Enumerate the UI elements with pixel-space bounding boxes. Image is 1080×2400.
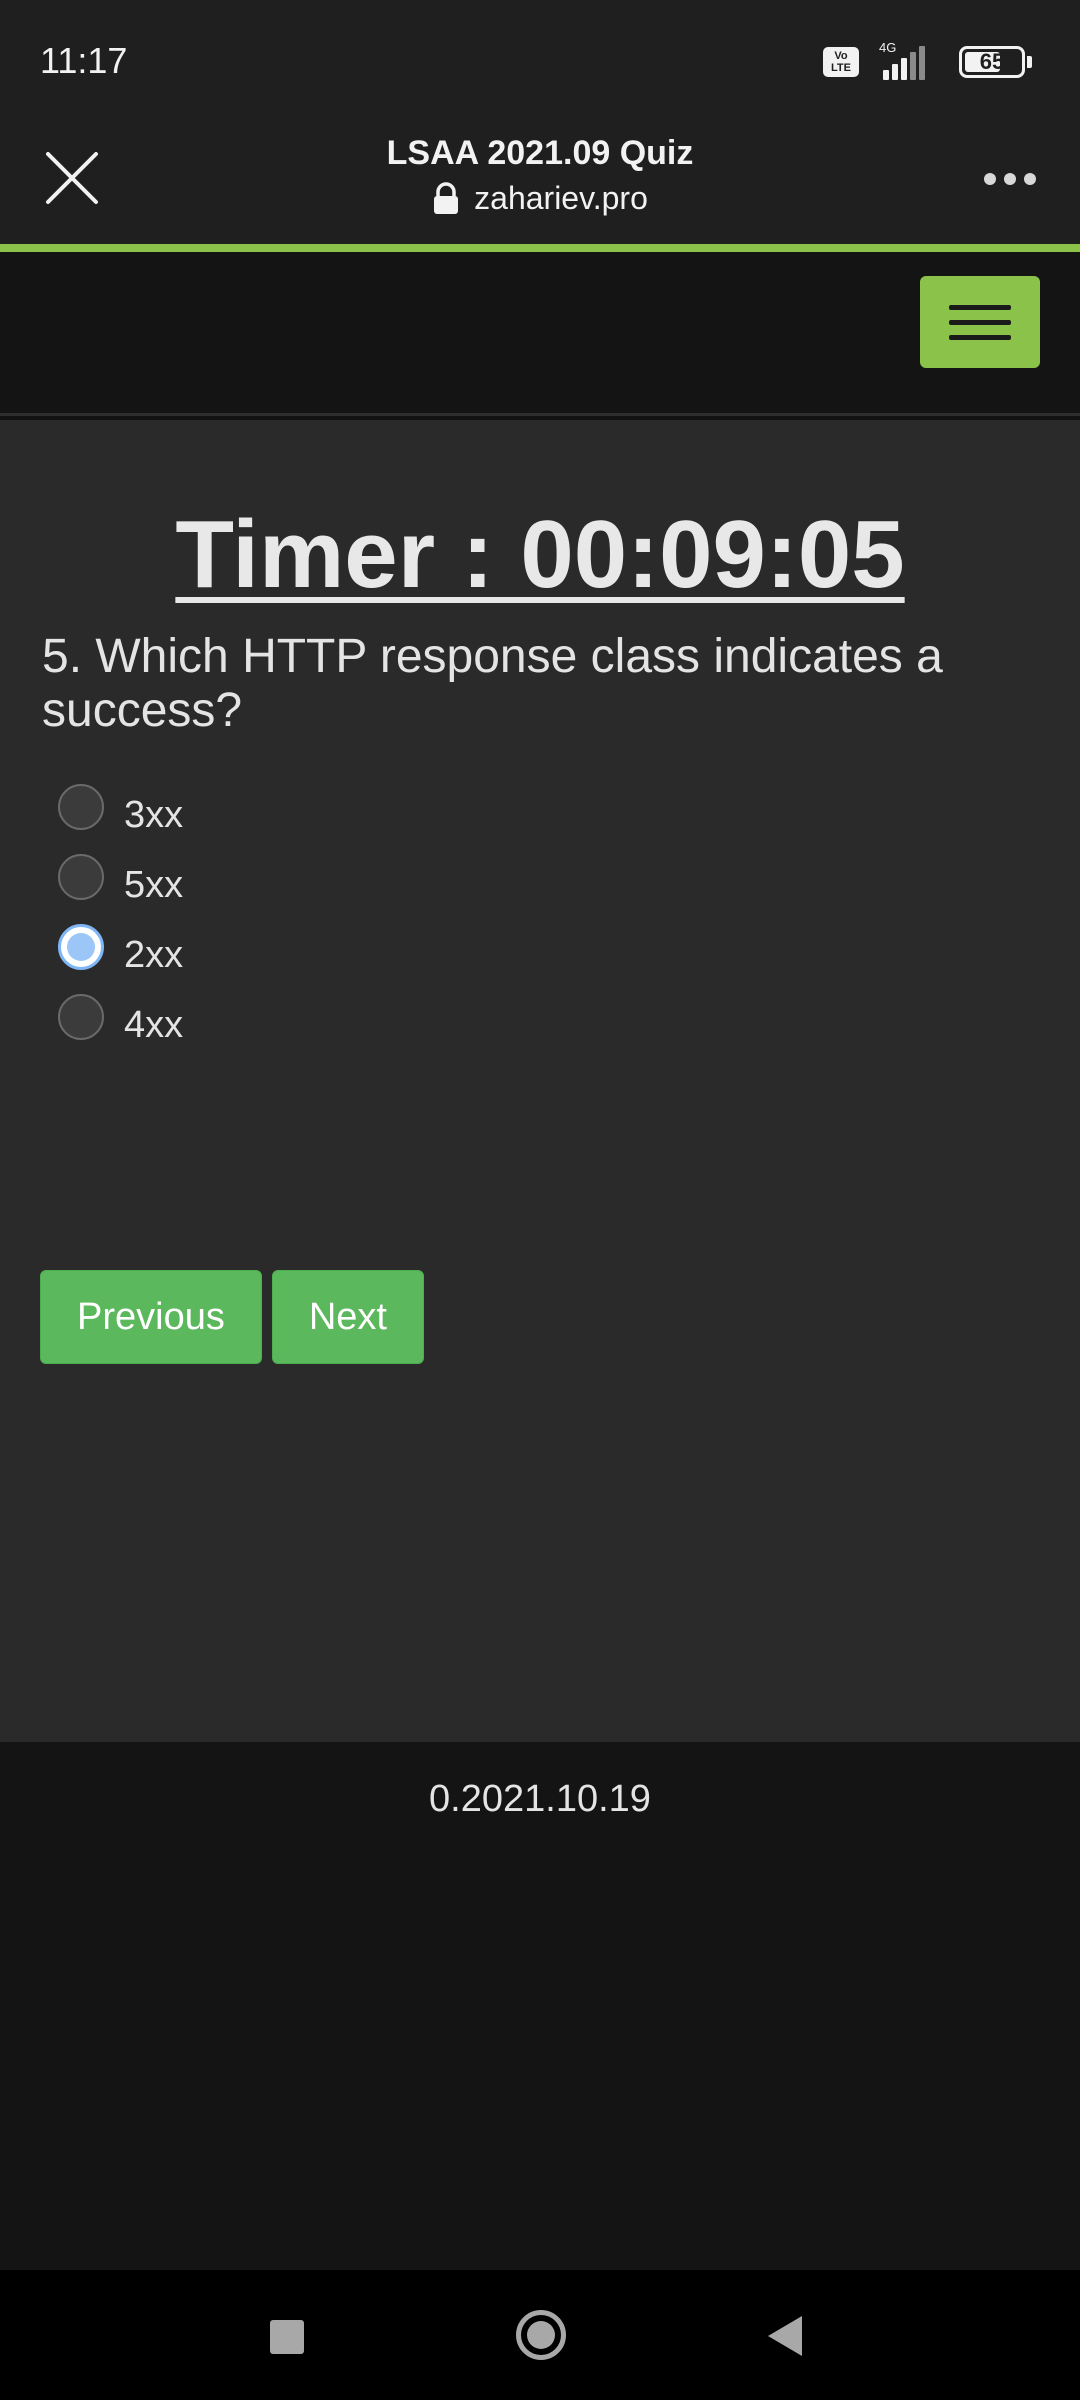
navigation-buttons: Previous Next bbox=[40, 1270, 424, 1364]
site-navbar bbox=[0, 252, 1080, 416]
radio-button-selected[interactable] bbox=[58, 924, 104, 970]
status-time: 11:17 bbox=[40, 40, 128, 81]
signal-icon: 4G bbox=[873, 40, 945, 80]
more-options-icon[interactable] bbox=[980, 164, 1040, 194]
home-circle-icon[interactable] bbox=[516, 2310, 566, 2360]
volte-icon: Vo LTE bbox=[823, 47, 859, 77]
radio-button[interactable] bbox=[58, 994, 104, 1040]
option-label: 3xx bbox=[124, 793, 184, 836]
next-button[interactable]: Next bbox=[271, 1270, 424, 1364]
recents-square-icon[interactable] bbox=[270, 2320, 304, 2354]
answer-options: 3xx 5xx 2xx 4xx bbox=[58, 780, 183, 1060]
option-label: 4xx bbox=[124, 1003, 184, 1046]
radio-button[interactable] bbox=[58, 854, 104, 900]
hamburger-menu-button[interactable] bbox=[920, 276, 1040, 368]
version-text: 0.2021.10.19 bbox=[429, 1778, 651, 1820]
option-label: 2xx bbox=[124, 933, 184, 976]
battery-icon: 65 bbox=[959, 46, 1025, 78]
status-icons: Vo LTE 4G 65 bbox=[823, 40, 1032, 80]
quiz-timer: Timer : 00:09:05 bbox=[175, 501, 905, 608]
status-bar: 11:17 Vo LTE 4G 65 bbox=[0, 0, 1080, 120]
site-footer: 0.2021.10.19 bbox=[0, 1742, 1080, 2270]
option-label: 5xx bbox=[124, 863, 184, 906]
answer-option[interactable]: 5xx bbox=[58, 850, 183, 920]
domain-text: zahariev.pro bbox=[474, 180, 648, 216]
question-text: 5. Which HTTP response class indicates a… bbox=[42, 630, 943, 737]
battery-level: 65 bbox=[979, 49, 1005, 74]
quiz-content: Timer : 00:09:05 5. Which HTTP response … bbox=[0, 420, 1080, 1742]
android-nav-bar bbox=[0, 2270, 1080, 2400]
page-title: LSAA 2021.09 Quiz bbox=[386, 134, 694, 172]
previous-button[interactable]: Previous bbox=[40, 1270, 262, 1364]
browser-toolbar: LSAA 2021.09 Quiz zahariev.pro bbox=[0, 120, 1080, 244]
answer-option[interactable]: 2xx bbox=[58, 920, 183, 990]
page-domain: zahariev.pro bbox=[0, 180, 1080, 217]
lock-icon bbox=[434, 181, 459, 214]
answer-option[interactable]: 3xx bbox=[58, 780, 183, 850]
answer-option[interactable]: 4xx bbox=[58, 990, 183, 1060]
back-triangle-icon[interactable] bbox=[768, 2316, 802, 2356]
page-load-progress bbox=[0, 244, 1080, 252]
radio-button[interactable] bbox=[58, 784, 104, 830]
battery-tip bbox=[1027, 56, 1032, 68]
